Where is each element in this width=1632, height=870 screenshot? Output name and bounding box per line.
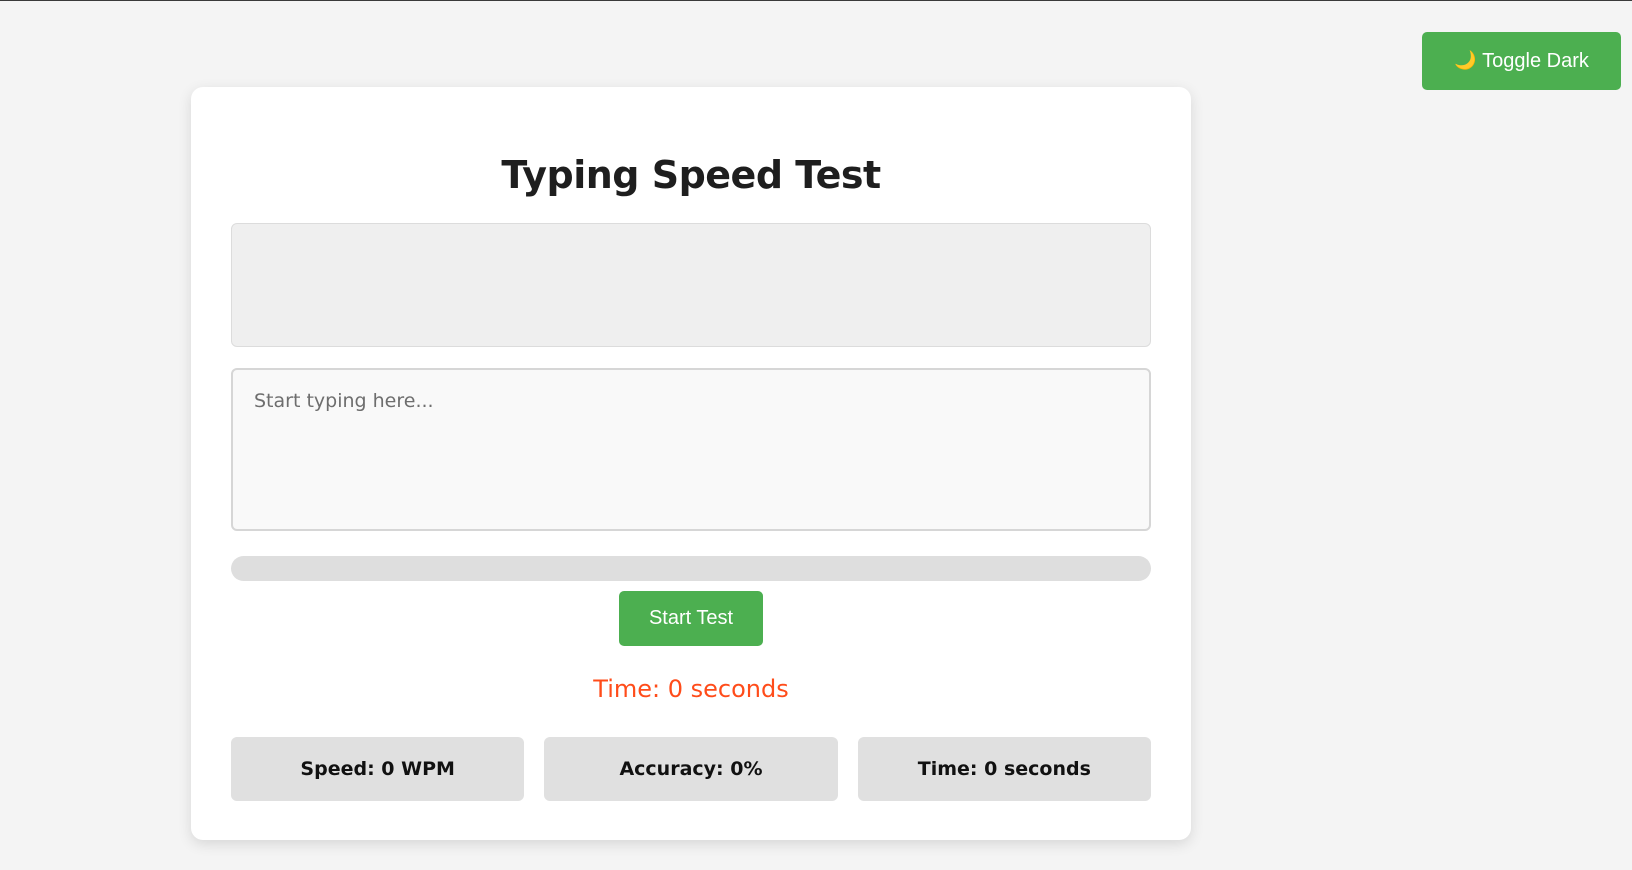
page-title: Typing Speed Test bbox=[501, 153, 881, 197]
stats-row: Speed: 0 WPM Accuracy: 0% Time: 0 second… bbox=[231, 737, 1151, 801]
moon-icon: 🌙 bbox=[1454, 50, 1477, 70]
quote-display bbox=[231, 223, 1151, 347]
toggle-dark-label: Toggle Dark bbox=[1482, 49, 1589, 72]
time-stat: Time: 0 seconds bbox=[857, 737, 1151, 801]
accuracy-stat: Accuracy: 0% bbox=[544, 737, 838, 801]
speed-stat: Speed: 0 WPM bbox=[231, 737, 525, 801]
progress-bar bbox=[231, 556, 1151, 581]
typing-test-card: Typing Speed Test Start Test Time: 0 sec… bbox=[191, 87, 1191, 840]
toggle-dark-button[interactable]: 🌙 Toggle Dark bbox=[1422, 32, 1621, 90]
timer-display: Time: 0 seconds bbox=[593, 675, 789, 703]
start-test-button[interactable]: Start Test bbox=[619, 591, 763, 646]
typing-input[interactable] bbox=[231, 368, 1151, 531]
